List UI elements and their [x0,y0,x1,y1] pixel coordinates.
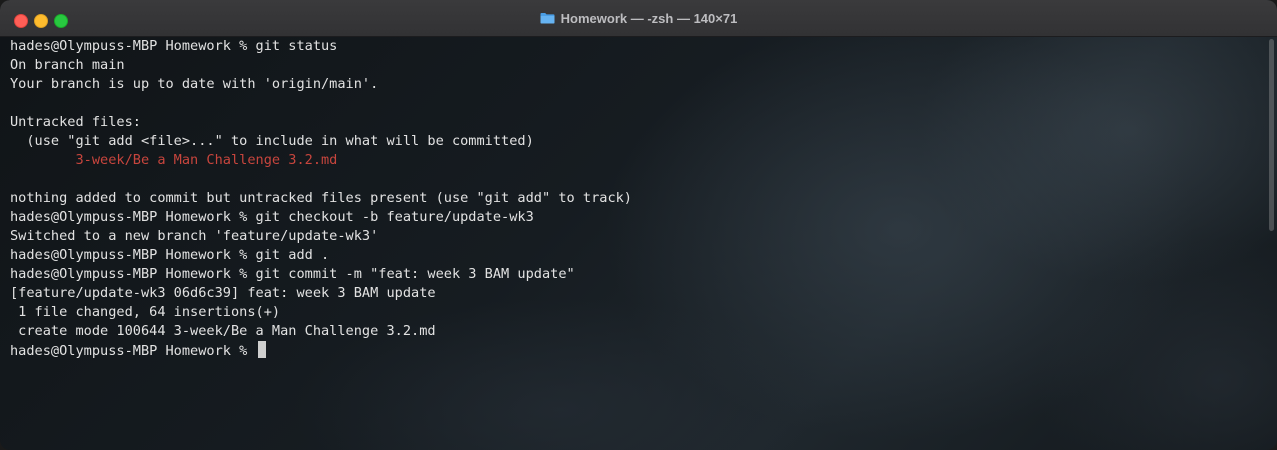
terminal-line: 1 file changed, 64 insertions(+) [10,304,281,320]
untracked-file-line: 3-week/Be a Man Challenge 3.2.md [10,152,338,168]
terminal-line: hades@Olympuss-MBP Homework % git checko… [10,209,534,225]
folder-icon [540,13,555,24]
window-title-area: Homework — -zsh — 140×71 [0,0,1277,36]
terminal-window: Homework — -zsh — 140×71 hades@Olympuss-… [0,0,1277,450]
terminal-line: hades@Olympuss-MBP Homework % git commit… [10,266,575,282]
title-bar[interactable]: Homework — -zsh — 140×71 [0,0,1277,37]
prompt-line[interactable]: hades@Olympuss-MBP Homework % [10,341,1250,360]
terminal-line: create mode 100644 3-week/Be a Man Chall… [10,323,436,339]
scrollbar[interactable] [1267,37,1276,449]
terminal-line: On branch main [10,57,125,73]
scrollbar-thumb[interactable] [1269,39,1274,231]
terminal-line: Untracked files: [10,114,141,130]
terminal-output[interactable]: hades@Olympuss-MBP Homework % git status… [10,37,1250,360]
text-cursor [257,341,266,358]
terminal-line: nothing added to commit but untracked fi… [10,190,632,206]
terminal-line: hades@Olympuss-MBP Homework % git add . [10,247,330,263]
terminal-line: Switched to a new branch 'feature/update… [10,228,379,244]
window-title: Homework — -zsh — 140×71 [560,10,738,26]
terminal-line: (use "git add <file>..." to include in w… [10,133,534,149]
terminal-line: Your branch is up to date with 'origin/m… [10,76,379,92]
terminal-line: hades@Olympuss-MBP Homework % git status [10,38,338,54]
prompt-text: hades@Olympuss-MBP Homework % [10,343,256,359]
terminal-line: [feature/update-wk3 06d6c39] feat: week … [10,285,436,301]
